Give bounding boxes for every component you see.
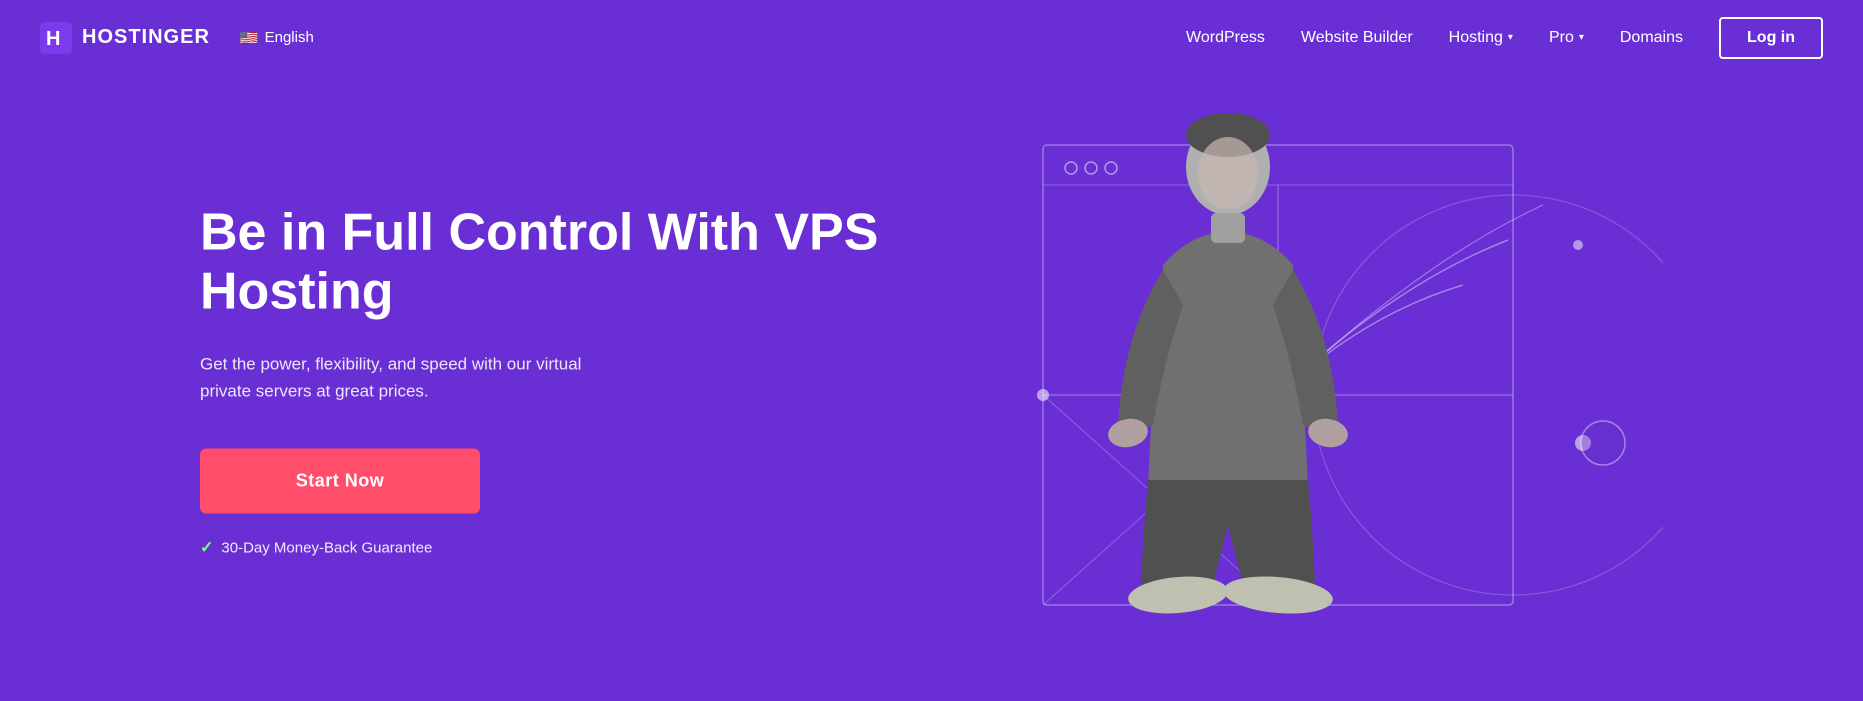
navbar-left: H HOSTINGER 🇺🇸 English [40, 22, 1186, 54]
nav-pro[interactable]: Pro ▾ [1549, 29, 1584, 47]
guarantee-badge: ✓ 30-Day Money-Back Guarantee [200, 538, 880, 558]
hero-section: H HOSTINGER 🇺🇸 English WordPress Website… [0, 0, 1863, 701]
navbar: H HOSTINGER 🇺🇸 English WordPress Website… [0, 0, 1863, 75]
navbar-right: WordPress Website Builder Hosting ▾ Pro … [1186, 17, 1823, 59]
brand-name: HOSTINGER [82, 26, 210, 49]
hero-illustration [963, 85, 1663, 665]
nav-pro-label: Pro [1549, 29, 1574, 47]
language-label: English [265, 29, 314, 46]
hero-content: Be in Full Control With VPS Hosting Get … [200, 203, 880, 558]
pro-chevron-icon: ▾ [1579, 32, 1584, 43]
person-figure [1093, 105, 1363, 635]
language-selector[interactable]: 🇺🇸 English [240, 29, 314, 47]
logo-icon: H [40, 22, 72, 54]
logo[interactable]: H HOSTINGER [40, 22, 210, 54]
hosting-chevron-icon: ▾ [1508, 32, 1513, 43]
nav-website-builder[interactable]: Website Builder [1301, 29, 1413, 47]
nav-hosting-label: Hosting [1449, 29, 1503, 47]
hero-subtitle: Get the power, flexibility, and speed wi… [200, 351, 620, 405]
nav-domains[interactable]: Domains [1620, 29, 1683, 47]
flag-icon: 🇺🇸 [240, 29, 259, 47]
check-icon: ✓ [200, 538, 213, 558]
nav-hosting[interactable]: Hosting ▾ [1449, 29, 1513, 47]
login-button[interactable]: Log in [1719, 17, 1823, 59]
guarantee-label: 30-Day Money-Back Guarantee [221, 539, 432, 556]
nav-wordpress[interactable]: WordPress [1186, 29, 1265, 47]
hero-title: Be in Full Control With VPS Hosting [200, 203, 880, 323]
svg-text:H: H [46, 28, 60, 50]
start-now-button[interactable]: Start Now [200, 449, 480, 514]
